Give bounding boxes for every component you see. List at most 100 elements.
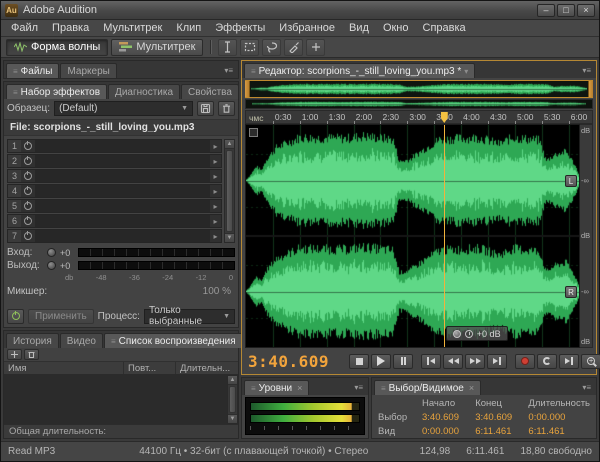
menu-item[interactable]: Правка (45, 21, 96, 35)
slot-body[interactable] (35, 185, 210, 197)
zoom-navigator[interactable] (245, 80, 593, 98)
close-icon[interactable]: × (469, 383, 474, 393)
go-to-start-button[interactable] (421, 354, 441, 369)
playlist-scrollbar[interactable]: ▲ ▼ (227, 375, 238, 424)
playlist-delete-button[interactable] (24, 349, 39, 360)
marquee-selection-tool-icon[interactable] (240, 39, 259, 56)
navigator-left-handle[interactable] (245, 81, 250, 97)
panel-menu-icon[interactable]: ▾≡ (579, 66, 594, 75)
selection-duration-value[interactable]: 0:00.000 (528, 412, 590, 423)
scroll-down-icon[interactable]: ▼ (225, 233, 234, 242)
menu-item[interactable]: Окно (376, 21, 416, 35)
power-icon[interactable] (24, 202, 32, 210)
view-end-value[interactable]: 6:11.461 (475, 426, 528, 437)
effect-slot[interactable]: 3▸ (7, 169, 222, 183)
menu-item[interactable]: Файл (4, 21, 45, 35)
tab-effects-rack[interactable]: ≡ Набор эффектов (6, 84, 107, 99)
amplitude-ruler[interactable]: dB -∞ dB -∞ dB (580, 124, 593, 348)
menu-item[interactable]: Избранное (272, 21, 342, 35)
slot-body[interactable] (35, 155, 210, 167)
effect-slot[interactable]: 2▸ (7, 154, 222, 168)
volume-hud[interactable]: +0 dB (446, 326, 508, 341)
slot-arrow-icon[interactable]: ▸ (210, 202, 221, 211)
left-channel-button[interactable]: L (565, 175, 577, 187)
menu-item[interactable]: Эффекты (208, 21, 272, 35)
effect-slot[interactable]: 4▸ (7, 184, 222, 198)
stop-button[interactable] (349, 354, 369, 369)
output-gain-knob[interactable] (47, 261, 56, 270)
selection-start-value[interactable]: 3:40.609 (422, 412, 475, 423)
power-icon[interactable] (24, 217, 32, 225)
slot-body[interactable] (35, 140, 210, 152)
right-channel-button[interactable]: R (565, 286, 577, 298)
tab-diagnostics[interactable]: Диагностика (108, 84, 180, 99)
view-start-value[interactable]: 0:00.000 (422, 426, 475, 437)
save-preset-button[interactable] (197, 101, 214, 116)
panel-menu-icon[interactable]: ▾≡ (221, 66, 236, 75)
rewind-button[interactable] (443, 354, 463, 369)
effect-slot[interactable]: 1▸ (7, 139, 222, 153)
power-icon[interactable] (24, 142, 32, 150)
power-icon[interactable] (24, 232, 32, 240)
time-display[interactable]: 3:40.609 (248, 352, 329, 371)
slots-scrollbar[interactable]: ▲ ▼ (224, 139, 235, 243)
fast-forward-button[interactable] (465, 354, 485, 369)
power-icon[interactable] (24, 172, 32, 180)
slot-arrow-icon[interactable]: ▸ (210, 232, 221, 241)
slot-body[interactable] (35, 215, 210, 227)
go-to-end-button[interactable] (487, 354, 507, 369)
menu-item[interactable]: Клип (169, 21, 208, 35)
navigator-right-handle[interactable] (588, 81, 593, 97)
slot-arrow-icon[interactable]: ▸ (210, 172, 221, 181)
scroll-down-icon[interactable]: ▼ (228, 414, 237, 423)
power-icon[interactable] (24, 187, 32, 195)
delete-preset-button[interactable] (218, 101, 235, 116)
slot-arrow-icon[interactable]: ▸ (210, 142, 221, 151)
time-selection-tool-icon[interactable] (218, 39, 237, 56)
scrollbar-thumb[interactable] (226, 150, 233, 232)
effect-slot[interactable]: 6▸ (7, 214, 222, 228)
column-duration[interactable]: Длительн... (176, 362, 238, 374)
effect-slot[interactable]: 5▸ (7, 199, 222, 213)
menu-item[interactable]: Вид (342, 21, 376, 35)
waveform-view-button[interactable]: Форма волны (6, 39, 108, 56)
slot-arrow-icon[interactable]: ▸ (210, 157, 221, 166)
loop-playback-button[interactable] (537, 354, 557, 369)
volume-knob-icon[interactable] (453, 330, 461, 338)
record-button[interactable] (515, 354, 535, 369)
minimize-button[interactable]: – (537, 4, 555, 17)
column-name[interactable]: Имя (4, 362, 124, 374)
tab-history[interactable]: История (6, 333, 59, 348)
multitrack-view-button[interactable]: Мультитрек (111, 39, 203, 56)
view-duration-value[interactable]: 6:11.461 (528, 426, 590, 437)
scroll-up-icon[interactable]: ▲ (225, 140, 234, 149)
waveform-display[interactable]: L R +0 dB (245, 124, 580, 348)
close-button[interactable]: × (577, 4, 595, 17)
waveform-canvas[interactable] (246, 125, 579, 347)
slot-body[interactable] (35, 200, 210, 212)
tab-markers[interactable]: Маркеры (60, 63, 116, 78)
skip-selection-button[interactable] (559, 354, 579, 369)
playlist-empty-area[interactable] (4, 375, 227, 424)
paintbrush-tool-icon[interactable] (284, 39, 303, 56)
scrollbar-thumb[interactable] (229, 386, 236, 413)
menu-item[interactable]: Справка (416, 21, 473, 35)
input-gain-knob[interactable] (47, 248, 56, 257)
tab-files[interactable]: ≡ Файлы (6, 63, 59, 78)
editor-caret-icon[interactable]: ▾ (464, 67, 468, 76)
panel-menu-icon[interactable]: ▾≡ (351, 383, 366, 392)
power-icon[interactable] (24, 157, 32, 165)
slot-body[interactable] (35, 230, 210, 242)
scroll-up-icon[interactable]: ▲ (228, 376, 237, 385)
preset-dropdown[interactable]: (Default) ▼ (54, 101, 193, 116)
tab-playlist[interactable]: ≡ Список воспроизведения (104, 333, 243, 348)
selection-end-value[interactable]: 3:40.609 (475, 412, 528, 423)
apply-button[interactable]: Применить (28, 309, 94, 324)
column-repeat[interactable]: Повт... (124, 362, 176, 374)
lasso-selection-tool-icon[interactable] (262, 39, 281, 56)
zoom-in-button[interactable] (581, 354, 600, 369)
rack-power-button[interactable] (7, 309, 24, 324)
pause-button[interactable] (393, 354, 413, 369)
tab-selection-view[interactable]: ≡ Выбор/Видимое × (374, 380, 481, 395)
slot-arrow-icon[interactable]: ▸ (210, 217, 221, 226)
